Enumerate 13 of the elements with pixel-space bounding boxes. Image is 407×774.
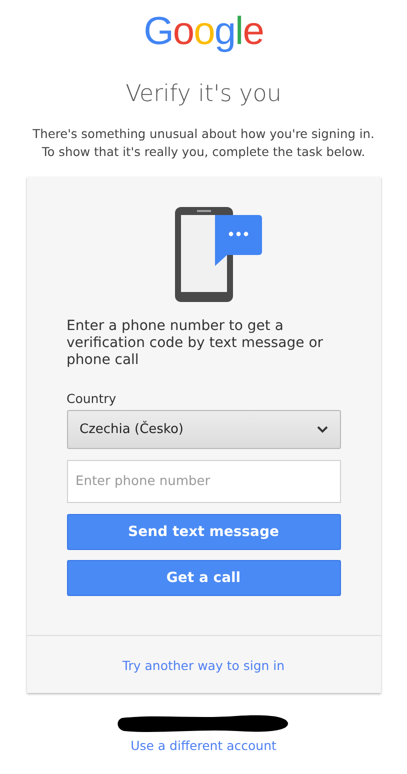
action-button[interactable]: Get a call [66, 560, 340, 596]
phone-number-field[interactable]: Enter phone number [66, 460, 340, 503]
alternate-link[interactable]: Try another way to sign in [122, 658, 285, 673]
google-logo: Google [144, 12, 264, 52]
phone-message-icon [174, 207, 262, 302]
instruction-text: Enter a phone number to get a verification code by text message or phone call [66, 318, 324, 369]
country-dropdown[interactable]: Czechia (Česko) [66, 410, 340, 449]
field-label: Country [66, 391, 118, 406]
notice-text: There's something unusual about how you're signing in. To show that it's really you, complete the task below. [32, 126, 376, 161]
switch-account-link[interactable]: Use a different account [130, 738, 276, 753]
page-title: Verify it's you [126, 80, 282, 108]
action-button[interactable]: Send text message [66, 514, 340, 550]
chevron-down-icon [316, 426, 328, 433]
